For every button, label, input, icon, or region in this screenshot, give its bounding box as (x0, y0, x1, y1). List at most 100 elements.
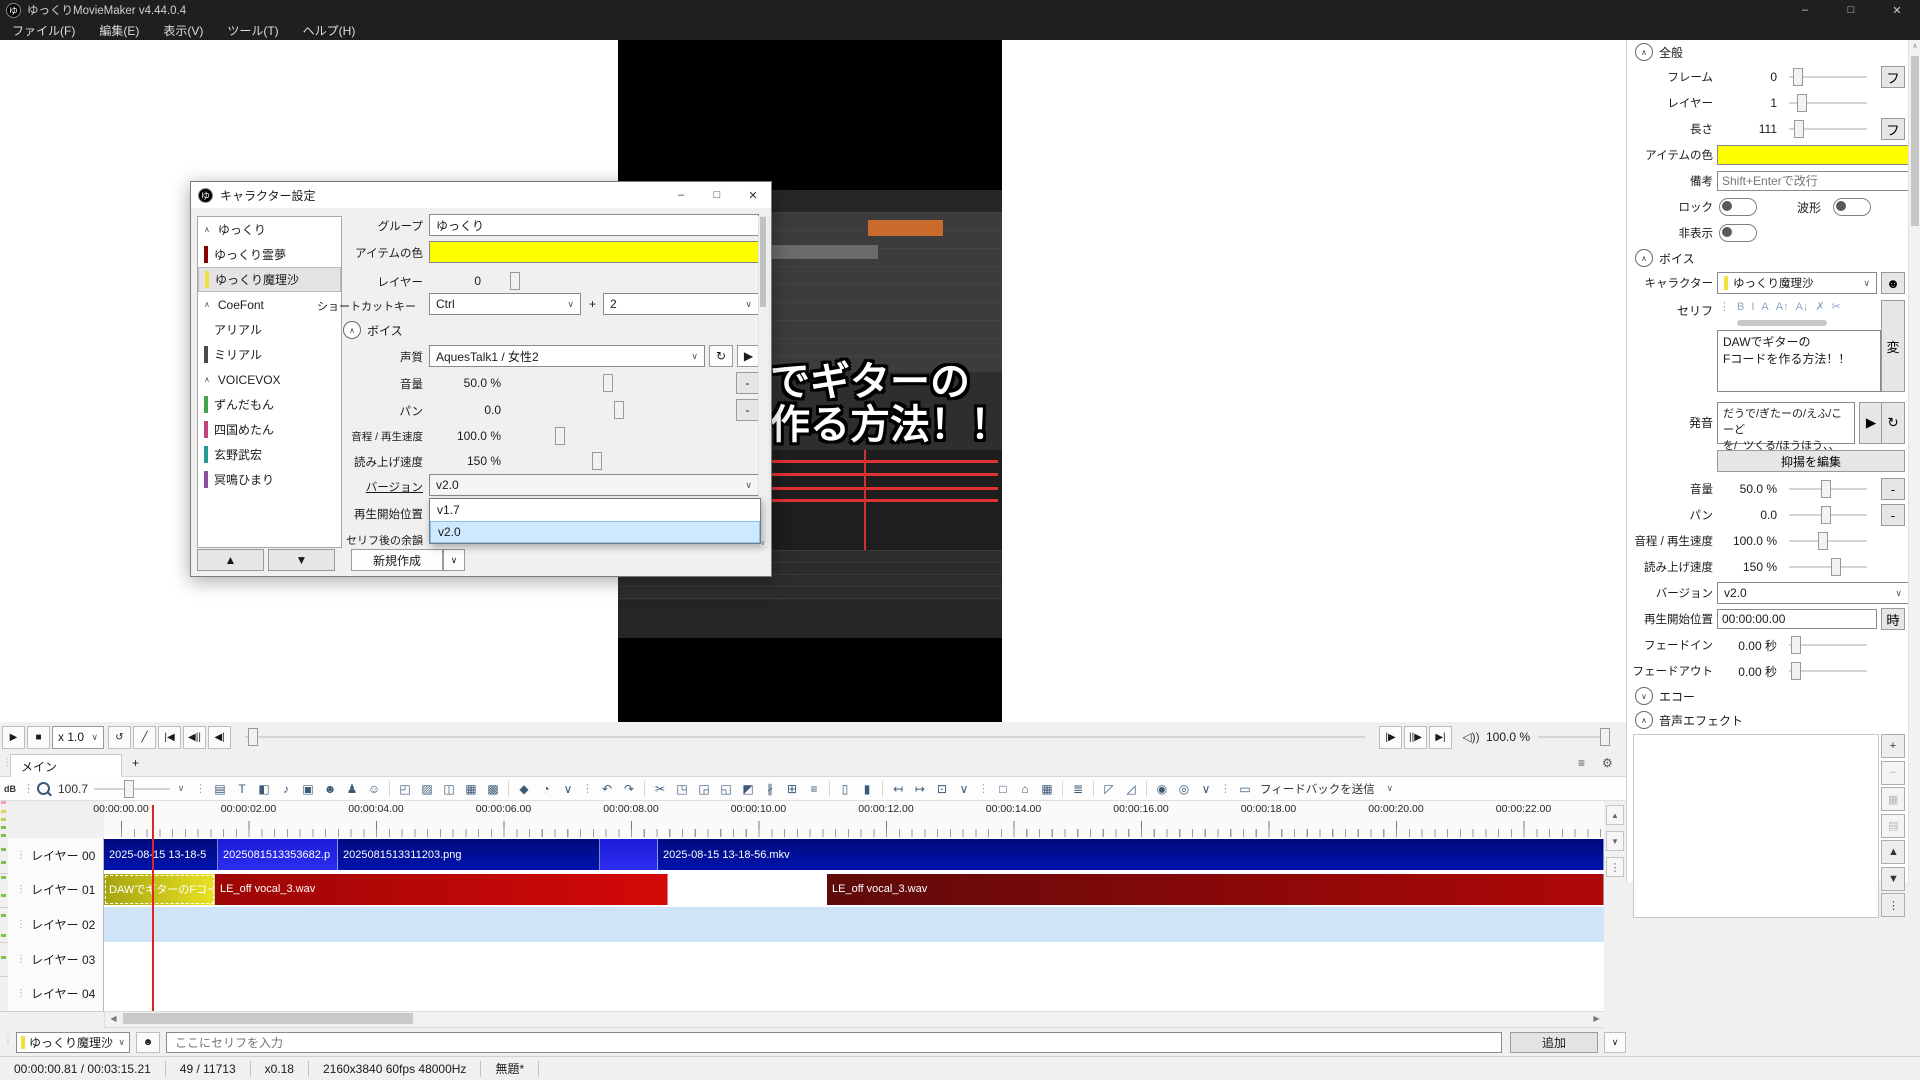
layer-header[interactable]: ⋮レイヤー 02 (8, 907, 104, 942)
wait-time-icon[interactable]: ◔ (537, 780, 555, 798)
menu-item-3[interactable]: ツール(T) (215, 20, 290, 40)
toggle-switch[interactable] (1833, 198, 1871, 216)
menu-item-4[interactable]: ヘルプ(H) (291, 20, 368, 40)
slider-thumb[interactable] (1791, 636, 1801, 654)
edit-more-chevron[interactable]: ∨ (955, 780, 973, 798)
repeat-button[interactable]: ↺ (108, 726, 131, 749)
timeline-settings-icon[interactable]: ⚙ (1602, 756, 1613, 770)
layer-header[interactable]: ⋮レイヤー 04 (8, 976, 104, 1011)
seek-slider[interactable] (245, 728, 1365, 746)
layers-scroll-up-button[interactable]: ▲ (1606, 805, 1624, 825)
suffix-button[interactable]: - (1881, 478, 1905, 500)
add-video-item[interactable]: ◧ (255, 780, 273, 798)
clear-format-icon[interactable]: ✗ (1815, 300, 1824, 313)
layers-more-button[interactable]: ⋮ (1606, 857, 1624, 877)
property-slider[interactable] (1789, 120, 1867, 138)
section-audio-effects[interactable]: ∧音声エフェクト (1627, 708, 1909, 732)
bold-icon[interactable]: B (1737, 301, 1744, 313)
output-more-chevron[interactable]: ∨ (1197, 780, 1215, 798)
previous-frame-button[interactable]: ◀|| (183, 726, 206, 749)
maximize-button[interactable]: □ (1828, 0, 1874, 20)
version-option[interactable]: v2.0 (430, 521, 760, 543)
property-slider[interactable] (1789, 68, 1867, 86)
time-input[interactable]: 00:00:00.00 (1717, 609, 1877, 629)
lock-button[interactable]: ◩ (739, 780, 757, 798)
character-move-up-button[interactable]: ▲ (197, 549, 264, 571)
menu-item-0[interactable]: ファイル(F) (0, 20, 87, 40)
scroll-left-icon[interactable]: ◀ (105, 1012, 122, 1025)
undo-button[interactable]: ↶ (598, 780, 616, 798)
menu-item-1[interactable]: 編集(E) (87, 20, 151, 40)
add-character-item[interactable]: ♟ (343, 780, 361, 798)
font-icon[interactable]: A (1761, 301, 1768, 313)
font-down-icon[interactable]: A↓ (1796, 301, 1809, 313)
serif-textarea[interactable]: DAWでギターの Fコードを作る方法！！ (1717, 330, 1881, 392)
timeline-clip[interactable]: 2025-08-15 13-18-56.mkv (658, 839, 1604, 870)
layer-lane[interactable]: DAWでギターのFコードLE_off vocal_3.wavLE_off voc… (104, 873, 1604, 908)
slider-thumb[interactable] (1791, 662, 1801, 680)
intonation-edit-button[interactable]: 抑揚を編集 (1717, 450, 1905, 472)
suffix-button[interactable]: 時 (1881, 608, 1905, 630)
timeline-playhead[interactable] (152, 805, 154, 1011)
tab-main[interactable]: メイン (10, 754, 122, 777)
align-button[interactable]: ≡ (805, 780, 823, 798)
convert-button[interactable]: 変 (1881, 300, 1905, 392)
properties-scrollbar-thumb[interactable] (1911, 56, 1919, 226)
add-group-item[interactable]: ▩ (484, 780, 502, 798)
suffix-button[interactable]: フ (1881, 66, 1905, 88)
toggle-switch[interactable] (1719, 224, 1757, 242)
pronunciation-play-button[interactable]: ▶ (1859, 402, 1883, 444)
new-project-button[interactable]: □ (994, 780, 1012, 798)
voice-play-button[interactable]: ▶ (737, 345, 760, 367)
slider-thumb[interactable] (1818, 532, 1828, 550)
character-list-item[interactable]: アリアル (198, 317, 341, 342)
add-image-item[interactable]: ▣ (299, 780, 317, 798)
delete-all-button[interactable]: ▮ (858, 780, 876, 798)
zoom-expand-chevron[interactable]: ∨ (172, 780, 190, 798)
layer-grip-icon[interactable]: ⋮ (16, 884, 25, 895)
dialog-minimize-button[interactable]: – (663, 182, 699, 208)
slider-thumb[interactable] (1821, 506, 1831, 524)
pronunciation-textarea[interactable]: だうで/ぎたーの/えふ/こーど を/_ツくる/ほうほう、、 (1717, 402, 1855, 444)
collapse-chevron-icon[interactable]: ∧ (204, 375, 210, 384)
delete-item-button[interactable]: ▯ (836, 780, 854, 798)
dialog-scrollbar-thumb[interactable] (760, 217, 766, 307)
paste-style-button[interactable]: ◿ (1122, 780, 1140, 798)
move-to-end-button[interactable]: ↦ (911, 780, 929, 798)
property-slider[interactable] (1789, 662, 1867, 680)
properties-scrollbar[interactable]: ∧ (1908, 40, 1920, 882)
add-effect-button[interactable]: + (1881, 734, 1905, 758)
voice-generate-button[interactable]: ☻ (136, 1032, 160, 1053)
skip-to-end-button[interactable]: ▶| (1429, 726, 1452, 749)
add-tachie-item[interactable]: ☻ (321, 780, 339, 798)
toolbar-group-grip[interactable]: ⋮ (195, 782, 206, 795)
new-character-button[interactable]: 新規作成 (351, 549, 443, 571)
item-color-swatch[interactable] (1717, 145, 1909, 165)
add-frame-item[interactable]: ▦ (462, 780, 480, 798)
timeline-clip[interactable]: DAWでギターのFコード (104, 874, 215, 905)
collapse-chevron-icon[interactable]: ∧ (1635, 43, 1653, 61)
cut-button[interactable]: ✂ (651, 780, 669, 798)
section-general[interactable]: ∧全般 (1627, 40, 1909, 64)
character-select[interactable]: ゆっくり魔理沙∨ (1717, 272, 1877, 294)
property-slider[interactable] (1789, 94, 1867, 112)
shortcut-key-select[interactable]: Ctrl∨ (429, 293, 581, 315)
section-echo[interactable]: ∨エコー (1627, 684, 1909, 708)
layer-grip-icon[interactable]: ⋮ (16, 850, 25, 861)
timeline-clip[interactable]: 2025-08-15 13-18-5 (104, 839, 218, 870)
slider-thumb[interactable] (1821, 480, 1831, 498)
add-tab-button[interactable]: + (132, 756, 139, 770)
toggle-switch[interactable] (1719, 198, 1757, 216)
add-serif-button[interactable]: 追加 (1510, 1032, 1598, 1053)
dlg-volume-minus-button[interactable]: - (736, 372, 759, 394)
property-slider[interactable] (1789, 558, 1867, 576)
skip-to-start-button[interactable]: |◀ (158, 726, 181, 749)
close-button[interactable]: ✕ (1874, 0, 1920, 20)
italic-icon[interactable]: I (1751, 301, 1754, 313)
volume-slider[interactable] (1538, 728, 1610, 746)
layer-header[interactable]: ⋮レイヤー 01 (8, 873, 104, 908)
version-select[interactable]: v2.0∨ (429, 474, 759, 496)
timeline-clip[interactable] (600, 839, 658, 870)
timeline-scrollbar-thumb[interactable] (123, 1013, 413, 1024)
timeline-menu-icon[interactable]: ≡ (1578, 756, 1585, 770)
